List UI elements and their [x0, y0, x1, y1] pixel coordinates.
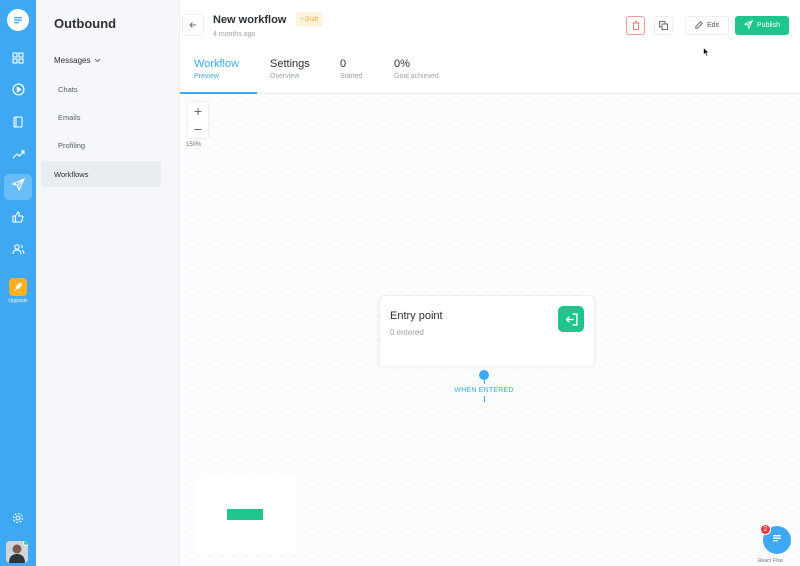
outbound-sidebar: Outbound Messages Chats Emails Profiling…	[36, 0, 180, 566]
sidebar-item-profiling[interactable]: Profiling	[58, 141, 85, 150]
avatar[interactable]	[6, 541, 28, 563]
tab-goal-achieved[interactable]: 0% Goal achieved	[394, 58, 464, 94]
tab-started[interactable]: 0 Started	[340, 58, 380, 94]
arrow-left-icon	[189, 16, 197, 34]
stat-value: 0%	[394, 58, 410, 70]
sign-in-icon	[558, 306, 584, 332]
chevron-down-icon	[94, 56, 101, 65]
status-badge: • Draft	[296, 12, 324, 27]
app-logo-icon[interactable]	[7, 9, 29, 31]
stat-label: Started	[340, 73, 363, 80]
status-badge-label: Draft	[305, 16, 319, 23]
edge-line	[483, 380, 485, 384]
rail-item-feedback[interactable]	[4, 206, 32, 232]
paper-plane-icon	[11, 177, 25, 196]
sidebar-group-messages[interactable]: Messages	[54, 56, 101, 65]
edge-line	[483, 396, 485, 402]
sidebar-title: Outbound	[54, 16, 117, 31]
users-icon	[11, 242, 25, 260]
publish-button-label: Publish	[757, 22, 780, 29]
grid-icon	[12, 51, 24, 69]
node-title: Entry point	[390, 310, 443, 322]
sidebar-item-chats[interactable]: Chats	[58, 85, 78, 94]
trending-up-icon	[12, 147, 25, 165]
thumbs-up-icon	[12, 210, 24, 228]
rail-item-people[interactable]	[4, 238, 32, 264]
workflow-canvas[interactable]: + − 150% Entry point 0 entered WHEN ENTE…	[180, 94, 800, 566]
stat-label: Goal achieved	[394, 73, 439, 80]
workflow-tabs: Workflow Preview Settings Overview 0 Sta…	[180, 58, 800, 94]
tab-workflow[interactable]: Workflow Preview	[180, 58, 257, 94]
zoom-controls: + −	[187, 101, 209, 139]
edit-button-label: Edit	[706, 22, 720, 29]
rail-item-play[interactable]	[4, 79, 32, 105]
notification-badge: 2	[760, 524, 771, 535]
rail-item-book[interactable]	[4, 111, 32, 137]
minimap-node	[227, 509, 263, 520]
trash-icon	[632, 17, 640, 35]
zoom-out-button[interactable]: −	[188, 120, 208, 138]
sidebar-item-label: Workflows	[54, 169, 89, 179]
icon-rail: Upgrade	[0, 0, 36, 566]
paper-plane-icon	[743, 19, 754, 31]
tab-sublabel: Overview	[270, 73, 300, 80]
tab-label: Settings	[270, 58, 310, 70]
node-subtitle: 0 entered	[390, 328, 424, 337]
online-status-dot	[23, 541, 28, 546]
sidebar-group-label: Messages	[54, 56, 91, 65]
rail-item-dashboard[interactable]	[4, 47, 32, 73]
react-flow-attribution[interactable]: React Flow	[758, 558, 783, 564]
duplicate-button[interactable]	[654, 16, 673, 35]
edit-button[interactable]: Edit	[685, 16, 729, 35]
edge-label: WHEN ENTERED	[454, 387, 514, 394]
pencil-icon	[695, 20, 703, 31]
mouse-cursor-icon	[703, 44, 710, 62]
node-output-handle[interactable]	[479, 370, 489, 380]
dot-icon: •	[301, 16, 304, 23]
entry-point-node[interactable]: Entry point 0 entered	[379, 295, 595, 367]
tab-label: Workflow	[194, 58, 240, 70]
upgrade-button[interactable]: Upgrade	[2, 278, 34, 304]
last-updated: 4 months ago	[213, 31, 256, 38]
gear-icon	[12, 511, 24, 529]
sidebar-item-emails[interactable]: Emails	[58, 113, 81, 122]
workflow-title: New workflow	[213, 14, 287, 26]
book-icon	[12, 115, 24, 133]
minimap[interactable]	[197, 474, 297, 554]
copy-icon	[659, 17, 668, 35]
publish-button[interactable]: Publish	[735, 16, 789, 35]
back-button[interactable]	[182, 14, 204, 36]
rocket-icon	[9, 278, 27, 296]
zoom-in-button[interactable]: +	[188, 102, 208, 120]
rail-item-outbound[interactable]	[4, 174, 32, 200]
tab-sublabel: Preview	[194, 73, 219, 80]
rail-item-settings[interactable]	[4, 507, 32, 533]
zoom-level: 150%	[186, 142, 202, 148]
delete-button[interactable]	[626, 16, 645, 35]
play-circle-icon	[11, 83, 25, 101]
tab-settings[interactable]: Settings Overview	[270, 58, 330, 94]
rail-item-reports[interactable]	[4, 143, 32, 169]
chat-icon	[771, 531, 783, 549]
upgrade-label: Upgrade	[8, 298, 28, 304]
stat-value: 0	[340, 58, 347, 70]
sidebar-item-workflows[interactable]: Workflows	[41, 161, 161, 187]
